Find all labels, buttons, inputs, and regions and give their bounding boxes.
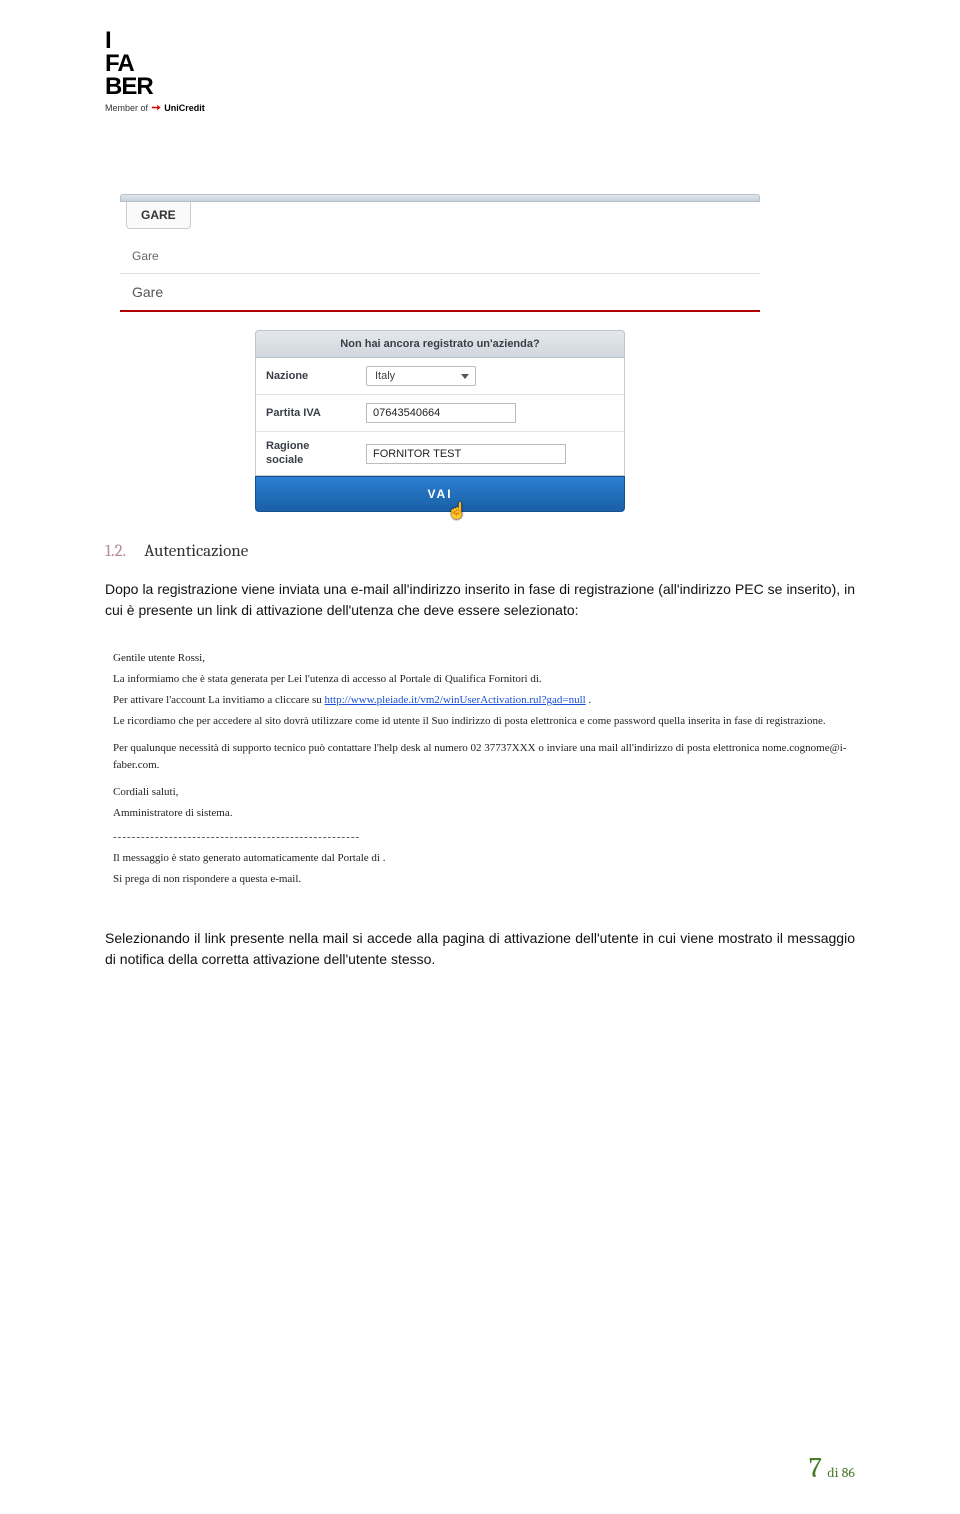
member-prefix: Member of [105, 103, 148, 113]
email-p1: La informiamo che è stata generata per L… [113, 671, 852, 688]
vai-button-label: VAI [427, 487, 452, 501]
activation-link[interactable]: http://www.pleiade.it/vm2/winUserActivat… [325, 694, 586, 706]
breadcrumb-row-2: Gare [120, 274, 760, 312]
select-nazione[interactable]: Italy [366, 366, 476, 386]
email-p2: Per attivare l'account La invitiamo a cl… [113, 692, 852, 709]
email-p3: Le ricordiamo che per accedere al sito d… [113, 713, 852, 730]
logo-member-of: Member of ➙ UniCredit [105, 101, 855, 114]
email-greeting: Gentile utente Rossi, [113, 650, 852, 667]
paragraph-1: Dopo la registrazione viene inviata una … [105, 579, 855, 622]
email-p4: Per qualunque necessità di supporto tecn… [113, 740, 852, 774]
vai-button[interactable]: VAI ☝ [255, 476, 625, 512]
logo-line2: FA [105, 53, 855, 76]
logo-line3: BER [105, 76, 855, 99]
input-partita-iva[interactable] [366, 403, 516, 423]
email-auto1: Il messaggio è stato generato automatica… [113, 850, 852, 867]
page-number: 7 [809, 1452, 822, 1484]
chevron-down-icon [461, 374, 469, 379]
logo: I FA BER [105, 30, 855, 98]
cursor-icon: ☝ [447, 501, 469, 521]
label-ragione-sociale: Ragione sociale [266, 440, 366, 466]
page-footer: 7 di 86 [809, 1452, 855, 1484]
email-p2b: . [586, 694, 592, 706]
section-number: 1.2. [105, 542, 126, 561]
panel-title: Non hai ancora registrato un'azienda? [255, 330, 625, 358]
unicredit-swoosh-icon: ➙ [152, 102, 161, 114]
email-sign1: Cordiali saluti, [113, 784, 852, 801]
breadcrumb-row-1: Gare [120, 239, 760, 274]
section-heading: 1.2. Autenticazione [105, 542, 855, 561]
paragraph-2: Selezionando il link presente nella mail… [105, 928, 855, 971]
tab-gare[interactable]: GARE [126, 202, 191, 229]
member-brand: UniCredit [164, 103, 205, 113]
email-sign2: Amministratore di sistema. [113, 805, 852, 822]
label-nazione: Nazione [266, 370, 366, 383]
window-topbar [120, 194, 760, 202]
select-nazione-value: Italy [375, 370, 395, 382]
email-divider: ----------------------------------------… [113, 829, 852, 846]
email-p2a: Per attivare l'account La invitiamo a cl… [113, 694, 325, 706]
register-company-panel: Non hai ancora registrato un'azienda? Na… [255, 330, 625, 511]
page-of: di 86 [827, 1464, 855, 1481]
section-title: Autenticazione [144, 542, 248, 561]
label-partita-iva: Partita IVA [266, 407, 366, 420]
input-ragione-sociale[interactable] [366, 444, 566, 464]
activation-email-screenshot: Gentile utente Rossi, La informiamo che … [105, 640, 860, 898]
logo-line1: I [105, 30, 855, 53]
registration-form-screenshot: GARE Gare Gare Non hai ancora registrato… [120, 194, 760, 511]
email-auto2: Si prega di non rispondere a questa e-ma… [113, 871, 852, 888]
